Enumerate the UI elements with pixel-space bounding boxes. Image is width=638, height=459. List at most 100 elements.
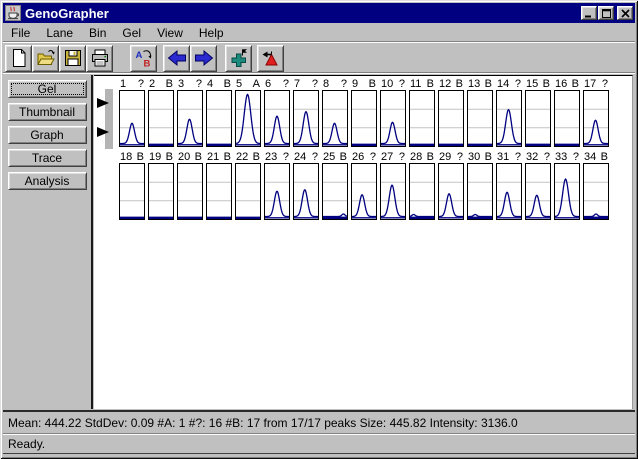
lane-panel-16[interactable] [554,90,580,147]
lane-26: 26? [351,151,377,220]
menu-view[interactable]: View [149,25,191,41]
lane-trace [439,164,463,219]
lane-trace [149,164,173,219]
lane-panel-22[interactable] [235,163,261,220]
menu-help[interactable]: Help [191,25,232,41]
lane-bin-class: B [253,151,260,163]
bin-marker-1[interactable] [97,98,109,108]
add-peak-to-bin-button[interactable] [257,45,284,72]
menu-gel[interactable]: Gel [114,25,149,41]
save-floppy-button[interactable] [59,45,86,72]
new-document-button[interactable] [5,45,32,72]
lane-bin-class: B [224,78,231,90]
lane-label-16: 16B [554,78,580,90]
lane-panel-10[interactable] [380,90,406,147]
lane-panel-14[interactable] [496,90,522,147]
lane-trace [236,164,260,219]
next-lane-arrow-button[interactable] [190,45,217,72]
lane-label-31: 31? [496,151,522,163]
previous-lane-arrow-button[interactable] [163,45,190,72]
lane-panel-24[interactable] [293,163,319,220]
maximize-button[interactable] [598,6,614,20]
lane-11: 11B [409,78,435,147]
lane-panel-1[interactable] [119,90,145,147]
lane-18: 18B [119,151,145,220]
lane-number: 13 [468,78,480,90]
lane-label-14: 14? [496,78,522,90]
open-folder-button[interactable] [32,45,59,72]
rename-bin-a-to-b-button[interactable]: AB [130,45,157,72]
view-sidebar: Gel Thumbnail Graph Trace Analysis [3,75,93,409]
lane-trace [352,91,376,146]
close-button[interactable] [617,6,633,20]
lane-row-2: 18B19B20B21B22B23?24?25B26?27?28B29?30B3… [119,151,609,220]
lane-panel-26[interactable] [351,163,377,220]
lane-panel-23[interactable] [264,163,290,220]
lane-panel-21[interactable] [206,163,232,220]
lane-label-29: 29? [438,151,464,163]
lane-label-20: 20B [177,151,203,163]
lane-8: 8? [322,78,348,147]
lane-panel-32[interactable] [525,163,551,220]
lane-panel-25[interactable] [322,163,348,220]
sidebar-button-thumbnail[interactable]: Thumbnail [8,103,87,121]
add-bin-button[interactable] [225,45,252,72]
menu-file[interactable]: File [3,25,38,41]
lane-panel-11[interactable] [409,90,435,147]
menu-bin[interactable]: Bin [81,25,114,41]
lane-panel-13[interactable] [467,90,493,147]
lane-panel-20[interactable] [177,163,203,220]
lane-bin-class: ? [544,151,550,163]
lane-label-26: 26? [351,151,377,163]
lane-panel-4[interactable] [206,90,232,147]
lane-15: 15B [525,78,551,147]
lane-trace [468,164,492,219]
print-button[interactable] [86,45,113,72]
lane-panel-18[interactable] [119,163,145,220]
lane-bin-class: B [601,151,608,163]
lane-number: 8 [323,78,329,90]
lane-bin-class: ? [312,151,318,163]
lane-panel-2[interactable] [148,90,174,147]
lane-bin-class: ? [283,151,289,163]
lane-panel-28[interactable] [409,163,435,220]
lane-panel-29[interactable] [438,163,464,220]
lane-number: 6 [265,78,271,90]
lane-panel-30[interactable] [467,163,493,220]
lane-12: 12B [438,78,464,147]
lane-panel-15[interactable] [525,90,551,147]
lane-panel-3[interactable] [177,90,203,147]
lane-number: 25 [323,151,335,163]
lane-panel-33[interactable] [554,163,580,220]
lane-panel-6[interactable] [264,90,290,147]
lane-panel-31[interactable] [496,163,522,220]
minimize-button[interactable] [581,6,597,20]
sidebar-button-graph[interactable]: Graph [8,126,87,144]
lane-bin-class: B [137,151,144,163]
lane-panel-8[interactable] [322,90,348,147]
lane-number: 7 [294,78,300,90]
lane-label-22: 22B [235,151,261,163]
sidebar-button-trace[interactable]: Trace [8,149,87,167]
lane-label-17: 17? [583,78,609,90]
lane-bin-class: ? [515,151,521,163]
title-bar[interactable]: GenoGrapher [3,3,635,23]
bin-marker-2[interactable] [97,127,109,137]
lane-panel-7[interactable] [293,90,319,147]
lane-panel-34[interactable] [583,163,609,220]
lane-panel-17[interactable] [583,90,609,147]
lane-number: 2 [149,78,155,90]
menu-lane[interactable]: Lane [38,25,81,41]
lane-trace [584,91,608,146]
sidebar-button-analysis[interactable]: Analysis [8,172,87,190]
lane-33: 33? [554,151,580,220]
close-icon [621,9,630,18]
lane-panel-5[interactable] [235,90,261,147]
lane-panel-19[interactable] [148,163,174,220]
lane-number: 12 [439,78,451,90]
lane-31: 31? [496,151,522,220]
lane-panel-27[interactable] [380,163,406,220]
sidebar-button-gel[interactable]: Gel [8,80,87,98]
lane-panel-12[interactable] [438,90,464,147]
lane-panel-9[interactable] [351,90,377,147]
